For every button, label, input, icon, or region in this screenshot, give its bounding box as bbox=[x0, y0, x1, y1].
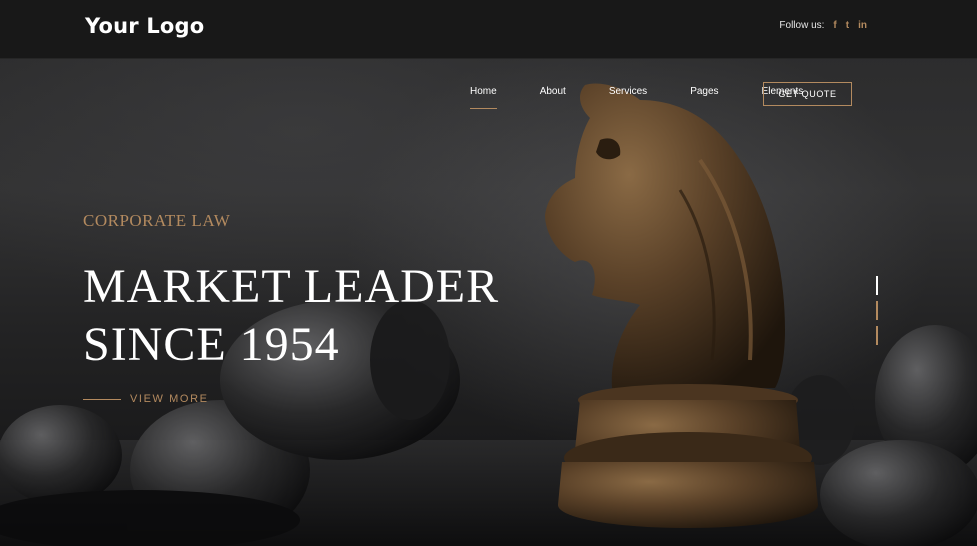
slide-indicator-2[interactable] bbox=[876, 301, 878, 320]
headline-line-1: MARKET LEADER bbox=[83, 260, 500, 313]
nav-item-about[interactable]: About bbox=[540, 86, 566, 97]
site-logo[interactable]: Your Logo bbox=[85, 14, 204, 38]
slide-indicator-3[interactable] bbox=[876, 326, 878, 345]
social-follow: Follow us: f t in bbox=[779, 20, 867, 31]
top-bar: Your Logo Follow us: f t in bbox=[0, 0, 977, 59]
hero-headline: MARKET LEADER SINCE 1954 bbox=[83, 258, 503, 374]
slider-indicators bbox=[876, 276, 879, 351]
headline-line-2: SINCE 1954 bbox=[83, 318, 340, 371]
twitter-icon[interactable]: t bbox=[846, 20, 849, 31]
nav-item-services[interactable]: Services bbox=[609, 86, 647, 97]
nav-item-home[interactable]: Home bbox=[470, 86, 497, 109]
follow-label: Follow us: bbox=[779, 20, 825, 31]
nav-item-pages[interactable]: Pages bbox=[690, 86, 718, 97]
view-more-button[interactable]: VIEW MORE bbox=[83, 393, 209, 405]
get-quote-button[interactable]: GET QUOTE bbox=[763, 82, 852, 106]
hero-eyebrow: CORPORATE LAW bbox=[83, 211, 231, 230]
linkedin-icon[interactable]: in bbox=[858, 20, 867, 31]
view-more-line bbox=[83, 398, 121, 400]
facebook-icon[interactable]: f bbox=[833, 20, 836, 31]
slide-indicator-1[interactable] bbox=[876, 276, 878, 295]
view-more-label: VIEW MORE bbox=[130, 393, 209, 405]
knight-piece bbox=[545, 83, 818, 528]
